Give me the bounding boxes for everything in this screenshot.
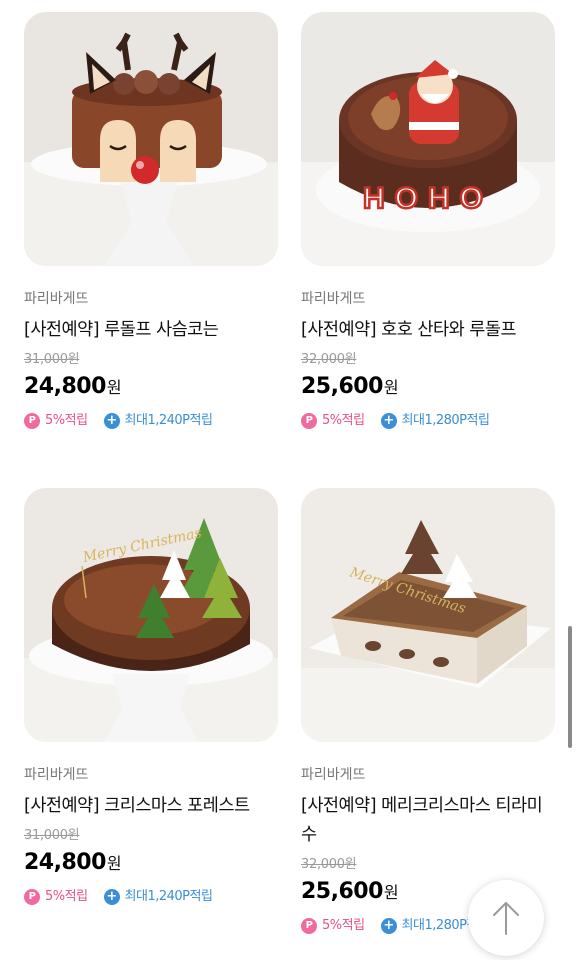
max-points: 최대1,240P적립 <box>124 413 213 428</box>
sale-price: 25,600원 <box>301 372 555 403</box>
product-image[interactable]: Merry Christmas <box>24 488 278 742</box>
point-rate: 5%적립 <box>45 889 88 904</box>
product-name[interactable]: [사전예약] 루돌프 사슴코는 <box>24 316 278 345</box>
product-name[interactable]: [사전예약] 메리크리스마스 티라미수 <box>301 792 555 850</box>
price-currency: 원 <box>106 854 122 873</box>
price-currency: 원 <box>383 883 399 902</box>
product-image[interactable]: HOHO <box>301 12 555 266</box>
point-rate: 5%적립 <box>322 413 365 428</box>
product-image[interactable]: Merry Christmas <box>301 488 555 742</box>
brand-name: 파리바게뜨 <box>24 767 89 783</box>
original-price: 31,000원 <box>24 352 80 367</box>
point-icon: P <box>24 413 40 429</box>
brand-name: 파리바게뜨 <box>24 291 89 307</box>
product-card[interactable]: 파리바게뜨 [사전예약] 루돌프 사슴코는 31,000원 24,800원 P … <box>24 12 278 429</box>
santa-cake-image: HOHO <box>301 12 555 266</box>
point-icon: P <box>24 889 40 905</box>
tiramisu-cake-image: Merry Christmas <box>301 488 555 742</box>
price-currency: 원 <box>383 378 399 397</box>
point-badges: P 5%적립 + 최대1,240P적립 <box>24 413 278 429</box>
product-card[interactable]: HOHO 파리바게뜨 [사전예약] 호호 산타와 루돌프 32,000원 25,… <box>301 12 555 429</box>
brand-name: 파리바게뜨 <box>301 767 366 783</box>
point-icon: P <box>301 413 317 429</box>
plus-icon: + <box>380 413 397 429</box>
max-points: 최대1,240P적립 <box>124 889 213 904</box>
original-price: 31,000원 <box>24 828 80 843</box>
brand-name: 파리바게뜨 <box>301 291 366 307</box>
product-name[interactable]: [사전예약] 크리스마스 포레스트 <box>24 792 278 821</box>
scrollbar[interactable] <box>568 626 572 748</box>
original-price: 32,000원 <box>301 352 357 367</box>
plus-icon: + <box>103 413 120 429</box>
product-card[interactable]: Merry Christmas 파리바게뜨 [사전예약] 크리스마스 포레스트 … <box>24 488 278 905</box>
price-amount: 24,800 <box>24 850 106 875</box>
scroll-to-top-button[interactable] <box>468 880 544 956</box>
product-card[interactable]: Merry Christmas 파리바게뜨 [사전예약] 메리크리스마스 티라미… <box>301 488 555 934</box>
point-rate: 5%적립 <box>322 918 365 933</box>
price-currency: 원 <box>106 378 122 397</box>
sale-price: 24,800원 <box>24 848 278 879</box>
original-price: 32,000원 <box>301 857 357 872</box>
cake-lettering: HOHO <box>363 182 493 215</box>
point-rate: 5%적립 <box>45 413 88 428</box>
reindeer-cake-image <box>24 12 278 266</box>
plus-icon: + <box>103 889 120 905</box>
point-icon: P <box>301 918 317 934</box>
product-name[interactable]: [사전예약] 호호 산타와 루돌프 <box>301 316 555 345</box>
price-amount: 24,800 <box>24 374 106 399</box>
point-badges: P 5%적립 + 최대1,280P적립 <box>301 413 555 429</box>
sale-price: 24,800원 <box>24 372 278 403</box>
forest-cake-image: Merry Christmas <box>24 488 278 742</box>
max-points: 최대1,280P적립 <box>401 413 490 428</box>
plus-icon: + <box>380 918 397 934</box>
price-amount: 25,600 <box>301 374 383 399</box>
product-image[interactable] <box>24 12 278 266</box>
price-amount: 25,600 <box>301 879 383 904</box>
product-grid: 파리바게뜨 [사전예약] 루돌프 사슴코는 31,000원 24,800원 P … <box>0 0 576 960</box>
arrow-up-icon <box>493 902 519 935</box>
point-badges: P 5%적립 + 최대1,240P적립 <box>24 889 278 905</box>
